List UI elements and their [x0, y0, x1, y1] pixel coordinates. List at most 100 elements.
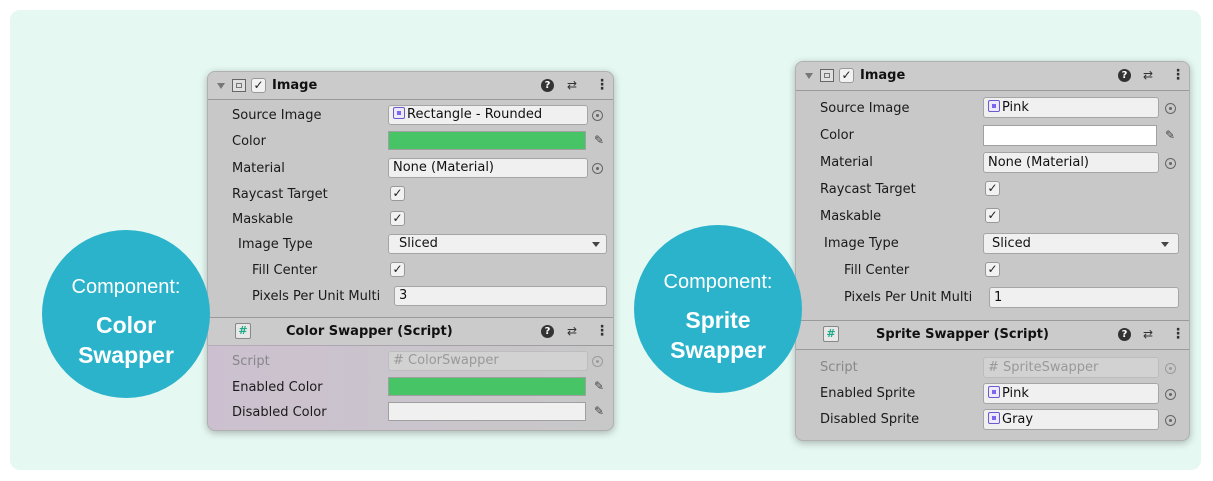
- badge-caption: Component:: [71, 276, 181, 298]
- script-label: Script: [820, 360, 858, 375]
- object-picker-icon[interactable]: [592, 110, 603, 121]
- script-icon: #: [823, 326, 839, 342]
- kebab-menu-icon[interactable]: ⋮: [595, 324, 609, 338]
- image-component-header[interactable]: ✓ Image ? ⇄ ⋮: [796, 62, 1189, 91]
- image-type-label: Image Type: [238, 237, 313, 252]
- disabled-color-label: Disabled Color: [232, 405, 327, 420]
- material-label: Material: [232, 161, 285, 176]
- pixels-per-unit-field[interactable]: 1: [989, 287, 1179, 308]
- object-picker-icon[interactable]: [1165, 389, 1176, 400]
- disabled-sprite-field[interactable]: Gray: [983, 409, 1159, 430]
- fill-center-checkbox[interactable]: ✓: [390, 262, 405, 277]
- eyedropper-icon[interactable]: ✎: [592, 379, 606, 393]
- disabled-color-field[interactable]: [388, 402, 586, 421]
- image-type-dropdown[interactable]: Sliced: [388, 234, 607, 254]
- kebab-menu-icon[interactable]: ⋮: [1171, 68, 1185, 82]
- image-type-label: Image Type: [824, 236, 899, 251]
- help-icon[interactable]: ?: [1118, 69, 1131, 82]
- material-field[interactable]: None (Material): [983, 152, 1159, 173]
- image-component-title: Image: [272, 78, 318, 93]
- color-label: Color: [820, 128, 854, 143]
- object-picker-icon[interactable]: [1165, 103, 1176, 114]
- presets-icon[interactable]: ⇄: [567, 78, 577, 92]
- maskable-label: Maskable: [232, 212, 294, 227]
- dropdown-arrow-icon: [592, 242, 600, 247]
- maskable-label: Maskable: [820, 209, 882, 224]
- eyedropper-icon[interactable]: ✎: [592, 133, 606, 147]
- script-icon: #: [235, 323, 251, 339]
- image-enabled-checkbox[interactable]: ✓: [251, 78, 266, 93]
- foldout-arrow-icon[interactable]: [805, 73, 813, 79]
- presets-icon[interactable]: ⇄: [567, 324, 577, 338]
- sprite-icon: [988, 412, 1000, 424]
- image-enabled-checkbox[interactable]: ✓: [839, 68, 854, 83]
- fill-center-label: Fill Center: [252, 263, 318, 278]
- object-picker-icon[interactable]: [1165, 415, 1176, 426]
- presets-icon[interactable]: ⇄: [1143, 327, 1153, 341]
- badge-title-line1: Sprite: [685, 307, 751, 333]
- color-label: Color: [232, 134, 266, 149]
- object-picker-icon[interactable]: [592, 163, 603, 174]
- maskable-checkbox[interactable]: ✓: [985, 208, 1000, 223]
- image-type-dropdown[interactable]: Sliced: [983, 233, 1179, 254]
- script-value: SpriteSwapper: [1003, 360, 1099, 375]
- image-component-title: Image: [860, 68, 906, 83]
- raycast-target-checkbox[interactable]: ✓: [985, 181, 1000, 196]
- pixels-per-unit-label: Pixels Per Unit Multi: [844, 290, 973, 305]
- color-field[interactable]: [983, 125, 1157, 146]
- material-field[interactable]: None (Material): [388, 158, 588, 178]
- raycast-target-checkbox[interactable]: ✓: [390, 186, 405, 201]
- dropdown-arrow-icon: [1161, 242, 1169, 247]
- help-icon[interactable]: ?: [541, 325, 554, 338]
- image-component-icon: [820, 69, 834, 82]
- help-icon[interactable]: ?: [1118, 328, 1131, 341]
- eyedropper-icon[interactable]: ✎: [592, 404, 606, 418]
- maskable-checkbox[interactable]: ✓: [390, 211, 405, 226]
- enabled-sprite-field[interactable]: Pink: [983, 383, 1159, 404]
- fill-center-checkbox[interactable]: ✓: [985, 262, 1000, 277]
- raycast-target-label: Raycast Target: [232, 187, 328, 202]
- image-component-icon: [232, 79, 246, 92]
- enabled-sprite-value: Pink: [1002, 386, 1029, 401]
- script-component-header[interactable]: # Sprite Swapper (Script) ? ⇄ ⋮: [796, 320, 1189, 350]
- sprite-icon: [393, 107, 405, 119]
- source-image-label: Source Image: [232, 108, 322, 123]
- inspector-color-swapper: ✓ Image ? ⇄ ⋮ Source Image Rectangle - R…: [207, 71, 614, 431]
- script-field: # ColorSwapper: [388, 351, 588, 371]
- disabled-sprite-label: Disabled Sprite: [820, 412, 920, 427]
- foldout-arrow-icon[interactable]: [217, 83, 225, 89]
- inspector-sprite-swapper: ✓ Image ? ⇄ ⋮ Source Image Pink Color ✎ …: [795, 61, 1190, 441]
- script-component-header[interactable]: # Color Swapper (Script) ? ⇄ ⋮: [208, 317, 613, 346]
- script-field: # SpriteSwapper: [983, 357, 1159, 378]
- fill-center-label: Fill Center: [844, 263, 910, 278]
- image-component-header[interactable]: ✓ Image ? ⇄ ⋮: [208, 72, 613, 100]
- sprite-icon: [988, 386, 1000, 398]
- pixels-per-unit-field[interactable]: 3: [394, 286, 607, 306]
- help-icon[interactable]: ?: [541, 79, 554, 92]
- source-image-field[interactable]: Pink: [983, 97, 1159, 118]
- badge-title-line1: Color: [95, 312, 157, 338]
- badge-title-line2: Swapper: [78, 342, 174, 368]
- color-swapper-badge: Component: Color Swapper: [42, 230, 210, 398]
- object-picker-icon: [1165, 363, 1176, 374]
- script-component-title: Sprite Swapper (Script): [876, 327, 1049, 342]
- object-picker-icon: [592, 356, 603, 367]
- enabled-color-label: Enabled Color: [232, 380, 323, 395]
- kebab-menu-icon[interactable]: ⋮: [1171, 327, 1185, 341]
- disabled-sprite-value: Gray: [1002, 412, 1034, 427]
- enabled-color-field[interactable]: [388, 377, 586, 396]
- source-image-value: Pink: [1002, 100, 1029, 115]
- presets-icon[interactable]: ⇄: [1143, 68, 1153, 82]
- source-image-label: Source Image: [820, 101, 910, 116]
- pixels-per-unit-label: Pixels Per Unit Multi: [252, 289, 381, 304]
- script-value: ColorSwapper: [408, 353, 499, 368]
- color-field[interactable]: [388, 131, 586, 150]
- sprite-swapper-badge: Component: Sprite Swapper: [634, 225, 802, 393]
- script-hash-icon: #: [988, 360, 999, 375]
- source-image-field[interactable]: Rectangle - Rounded: [388, 105, 588, 125]
- script-hash-icon: #: [393, 353, 404, 368]
- kebab-menu-icon[interactable]: ⋮: [595, 78, 609, 92]
- object-picker-icon[interactable]: [1165, 158, 1176, 169]
- enabled-sprite-label: Enabled Sprite: [820, 386, 916, 401]
- eyedropper-icon[interactable]: ✎: [1163, 128, 1177, 142]
